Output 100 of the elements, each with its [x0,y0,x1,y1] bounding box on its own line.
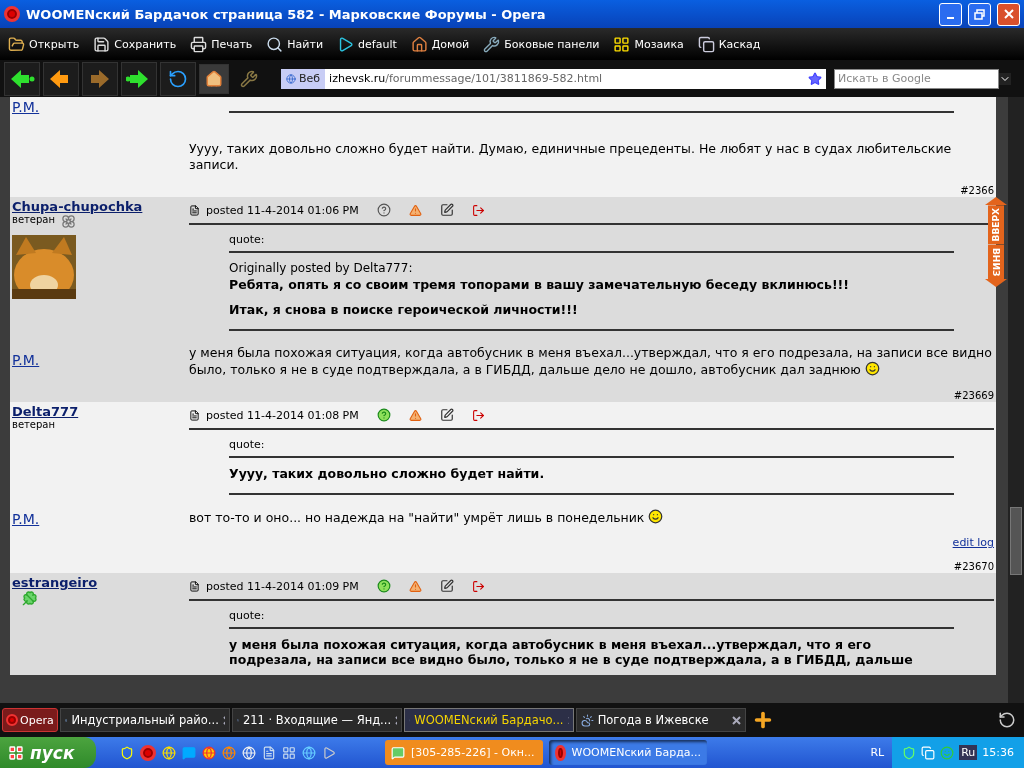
forward-button[interactable] [82,61,118,96]
toolbar-button[interactable]: Печать [190,35,253,53]
opera-menu-button[interactable]: Opera [2,708,58,732]
restore-icon [974,8,985,20]
reload-button[interactable] [160,61,196,96]
windows-logo-icon [8,744,24,761]
post-text: вот то-то и оно... но надежда на "найти" умрёт лишь в понедельник [189,509,994,526]
quote-attribution: Originally posted by Delta777: [229,261,414,275]
toolbar-button[interactable]: default [337,35,397,53]
toolbar-button[interactable]: Мозаика [613,35,684,53]
opera-icon [555,744,566,761]
wrench-icon [483,35,501,53]
closed-tabs-icon[interactable] [998,711,1016,729]
toolbar-button[interactable]: Открыть [8,35,80,53]
clock: 15:36 [982,746,1014,759]
ie-icon[interactable] [302,745,316,760]
arrow-up-icon [985,197,1007,205]
start-button[interactable]: пуск [0,737,96,768]
shield-icon[interactable] [120,745,134,760]
post-text: Уууу, таких довольно сложно будет найти. Думаю, единичные прецеденты. Не любят у нас в судах любительские записи. [189,141,953,173]
warning-icon[interactable] [408,579,422,593]
search-icon [266,35,284,53]
panel-icon[interactable] [282,745,296,760]
quote-label: quote: [229,609,954,629]
toolbar-button[interactable]: Боковые панели [483,35,600,53]
quote-label: quote: [229,233,954,253]
profile-icon[interactable] [376,408,391,422]
document-icon[interactable] [262,745,276,760]
folder-icon [8,35,25,53]
post-date: posted 11-4-2014 01:08 PM [189,408,359,422]
fast-forward-button[interactable] [121,61,157,96]
network-icon[interactable] [921,745,936,760]
minimize-icon [947,17,954,19]
back-button[interactable] [43,61,79,96]
firefox-icon[interactable] [222,745,236,760]
flower-icon [61,214,77,229]
quote-text: у меня была похожая ситуация, когда автобусник в меня въехал...утверждал, что я его подрезала, на записи все видно было, только я не в суде подтверждала, а в ГИБДД, дальше [229,637,914,667]
weather-icon [580,713,594,727]
post-number: #23670 [953,561,994,572]
browser-tab[interactable]: 211 · Входящие — Янд... [231,708,402,732]
toolbar-button[interactable]: Домой [410,35,470,53]
floppy-icon [93,35,111,53]
arrow-icon[interactable] [322,745,336,760]
post-number: #23669 [953,390,994,401]
profile-icon[interactable] [376,579,391,593]
author-link[interactable]: Delta777 [12,404,79,419]
profile-icon[interactable] [376,203,391,217]
quote-text: Итак, я снова в поиске героической личности!!! [229,302,579,317]
quote-text: Ребята, опять я со своим тремя топорами в вашу замечательную беседу вклинюсь!!! [229,277,850,292]
reply-icon[interactable] [471,579,485,593]
minimize-button[interactable] [939,2,962,26]
search-field[interactable]: Искать в Google [834,68,999,89]
reload-icon [168,68,188,89]
rewind-button[interactable] [4,61,40,96]
globe-icon[interactable] [162,745,176,760]
edit-icon[interactable] [439,579,454,593]
browser-tab[interactable]: Погода в Ижевске [575,708,746,732]
pm-link[interactable]: P.M. [12,352,40,368]
taskbar-task[interactable]: WOOMENский Барда... [549,740,707,765]
toolbar-button[interactable]: Каскад [697,35,761,53]
pm-link[interactable]: P.M. [12,511,40,527]
chrome-icon[interactable] [202,745,216,760]
keyboard-layout: RL [870,746,885,759]
quote-text: Уууу, таких довольно сложно будет найти. [229,466,546,481]
language-indicator[interactable]: Ru [959,745,978,760]
toolbar-button[interactable]: Найти [266,35,324,53]
printer-icon [190,35,208,53]
home-icon [410,35,428,53]
browser-tab[interactable]: Индустриальный райо... [59,708,230,732]
grid-icon [613,35,631,53]
author-link[interactable]: estrangeiro [12,575,98,590]
edit-icon[interactable] [439,408,454,422]
warning-icon[interactable] [408,408,422,422]
url-text: izhevsk.ru/forummessage/101/3811869-582.html [328,72,604,85]
arrow-down-icon [985,279,1007,288]
post-text: у меня была похожая ситуация, когда автобусник в меня въехал...утверждал, что я его подрезала, на записи все видно было, только я не в суде подтверждала, а в ГИБДД, дальше дело не дошло, автобусник дал заднюю [189,345,993,378]
toolbar-button[interactable]: Сохранить [93,35,177,53]
reply-icon[interactable] [471,408,485,422]
bookmark-star-icon[interactable] [808,71,822,86]
browser-tab[interactable]: WOOMENский Бардачо... [403,708,574,732]
edit-log-link[interactable]: edit log [952,536,994,549]
pm-link[interactable]: P.M. [12,99,40,115]
clover-icon [22,590,38,606]
reply-icon[interactable] [471,203,485,217]
warning-icon[interactable] [408,203,422,217]
browser-icon[interactable] [242,745,256,760]
close-button[interactable] [997,2,1020,26]
window-title: WOOMENский Бардачок страница 582 - Марковские Форумы - Opera [26,6,547,22]
edit-icon[interactable] [439,203,454,217]
quote-label: quote: [229,438,954,458]
restore-button[interactable] [968,2,991,26]
post-number: #2366 [960,185,994,196]
user-rank: ветеран [12,419,56,430]
dropdown-icon[interactable] [999,72,1011,85]
scrollbar[interactable] [1008,97,1024,703]
author-link[interactable]: Chupa-chupochka [12,199,143,214]
address-field[interactable]: Веб izhevsk.ru/forummessage/101/3811869-582.html [281,68,826,89]
document-icon [189,580,200,592]
user-rank: ветеран [12,214,56,225]
home-button[interactable] [199,63,229,94]
